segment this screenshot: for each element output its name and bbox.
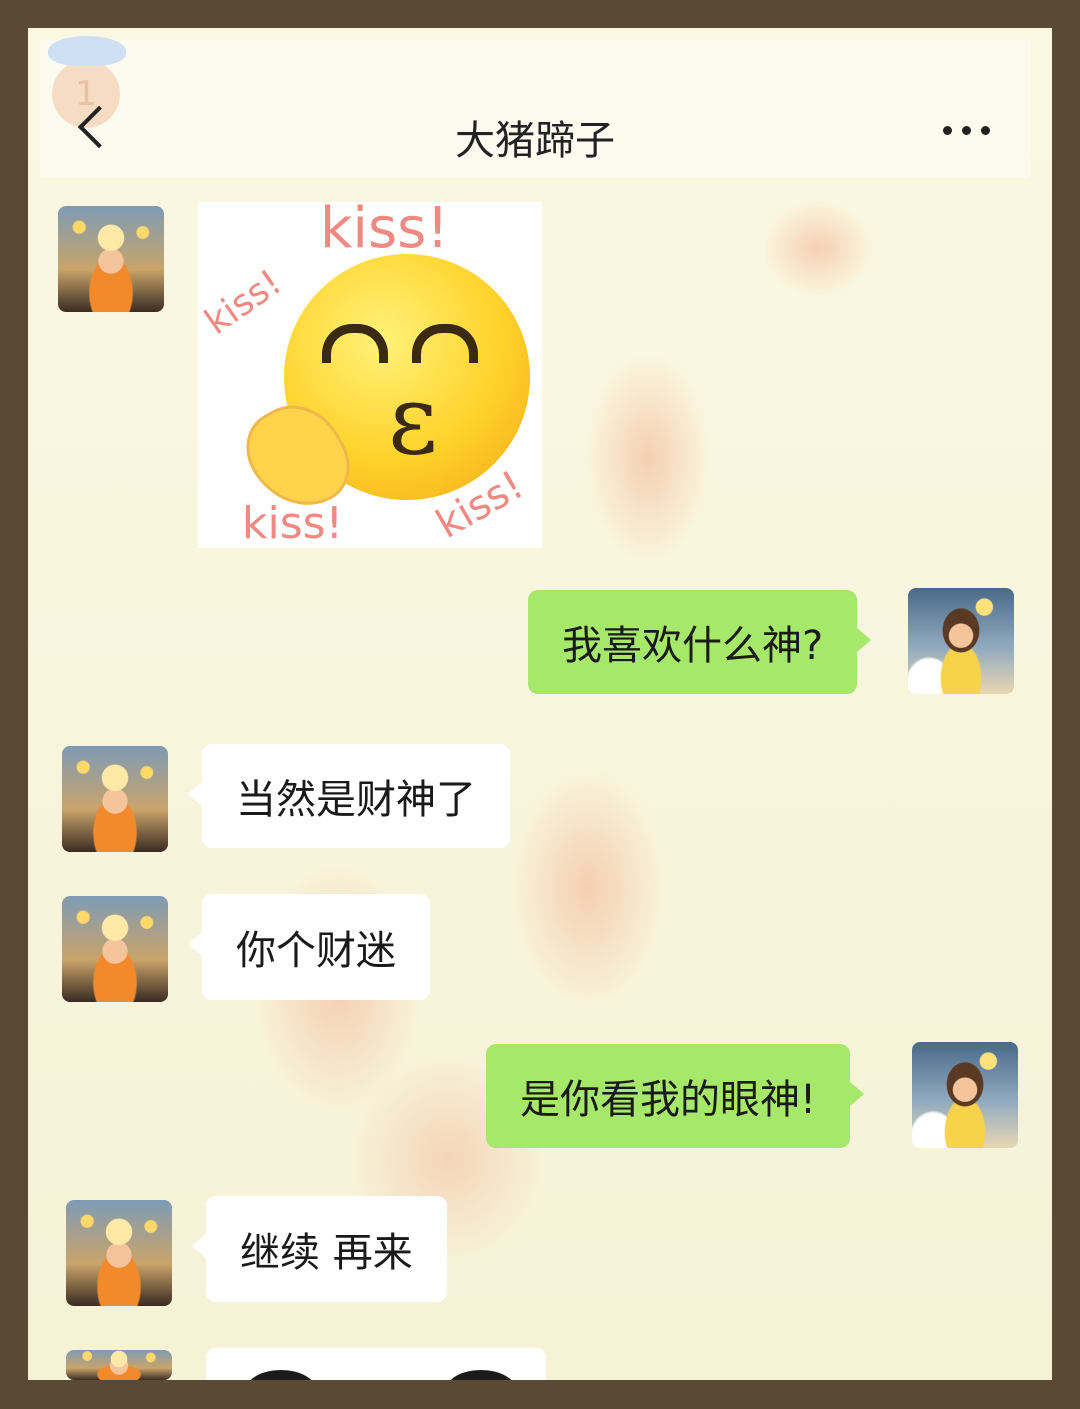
sticker-text: kiss! <box>242 498 344 548</box>
outgoing-message[interactable]: 是你看我的眼神! <box>486 1044 865 1148</box>
my-avatar[interactable] <box>912 1042 1018 1148</box>
sticker-text: kiss! <box>320 202 449 261</box>
outgoing-message[interactable]: 我喜欢什么神? <box>528 590 872 694</box>
my-avatar[interactable] <box>908 588 1014 694</box>
incoming-message[interactable]: 你个财迷 <box>188 894 430 1000</box>
contact-avatar[interactable] <box>62 896 168 1002</box>
contact-avatar[interactable] <box>66 1350 172 1380</box>
incoming-message[interactable]: 继续 再来 <box>192 1196 447 1302</box>
more-options-icon[interactable] <box>943 126 990 135</box>
kiss-sticker[interactable]: kiss! kiss! ε kiss! kiss! <box>198 202 542 548</box>
partial-sticker[interactable] <box>206 1348 546 1380</box>
contact-avatar[interactable] <box>62 746 168 852</box>
contact-avatar[interactable] <box>66 1200 172 1306</box>
incoming-message[interactable]: 当然是财神了 <box>188 744 510 848</box>
contact-avatar[interactable] <box>58 206 164 312</box>
chat-screen: 1 大猪蹄子 kiss! kiss! ε kiss! kiss! 我喜欢什么神?… <box>28 28 1052 1380</box>
chat-header: 1 大猪蹄子 <box>40 36 1030 178</box>
chat-title: 大猪蹄子 <box>455 118 615 164</box>
sticker-text: kiss! <box>198 261 290 344</box>
